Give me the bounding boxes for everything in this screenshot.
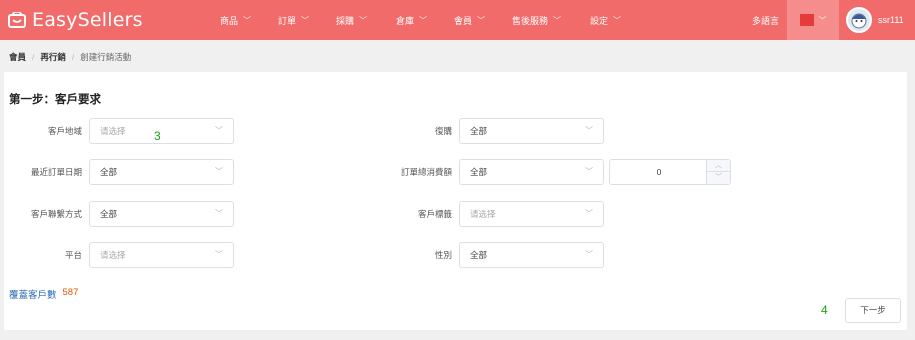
customer-tag-label: 客戶標籤 [417, 209, 452, 219]
chevron-down-icon: ﹀ [585, 126, 593, 135]
username: ssr111 [878, 15, 904, 25]
coverage-summary: 覆蓋客戶數 587 [9, 287, 78, 301]
chevron-down-icon: ﹀ [301, 15, 310, 25]
increment-icon[interactable]: ︿ [707, 160, 730, 172]
contact-method-label: 客戶聯繫方式 [30, 209, 82, 219]
customer-tag-select[interactable]: 请选择 ﹀ [459, 201, 604, 227]
nav-label: 倉庫 [396, 15, 415, 26]
breadcrumb-separator: / [71, 52, 75, 62]
total-spend-amount-stepper[interactable]: 0 ︿ ﹀ [609, 159, 731, 185]
platform-select[interactable]: 请选择 ﹀ [89, 242, 234, 268]
region-placeholder: 请选择 [100, 126, 126, 136]
nav-item-purchasing[interactable]: 採購 ﹀ [336, 0, 367, 40]
chevron-down-icon: ﹀ [215, 250, 223, 259]
chevron-down-icon: ﹀ [818, 15, 827, 25]
stepper-controls: ︿ ﹀ [706, 160, 730, 184]
nav-label: 會員 [454, 15, 473, 26]
nav-label: 商品 [220, 15, 239, 26]
chevron-down-icon: ﹀ [215, 126, 223, 135]
breadcrumb-separator: / [32, 52, 35, 62]
chevron-down-icon: ﹀ [585, 167, 593, 176]
nav-item-orders[interactable]: 訂單 ﹀ [278, 0, 309, 40]
chevron-down-icon: ﹀ [585, 209, 593, 218]
coverage-count: 587 [62, 287, 79, 298]
top-navbar: EasySellers 商品 ﹀ 訂單 ﹀ 採購 ﹀ 倉庫 ﹀ 會員 ﹀ 售後服務 ﹀ 設定… [0, 0, 915, 40]
nav-label: 售後服務 [512, 15, 549, 26]
region-select[interactable]: 请选择 ﹀ [89, 118, 234, 144]
language-label: 多語言 [752, 15, 780, 26]
total-spend-value: 全部 [470, 167, 488, 177]
last-order-date-select[interactable]: 全部 ﹀ [89, 159, 234, 185]
page-title: 第一步：客戶要求 [9, 94, 101, 106]
chevron-down-icon: ﹀ [585, 250, 593, 259]
amount-input[interactable]: 0 [610, 160, 708, 184]
nav-label: 設定 [590, 15, 609, 26]
nav-item-products[interactable]: 商品 ﹀ [220, 0, 251, 40]
gender-select[interactable]: 全部 ﹀ [459, 242, 604, 268]
avatar-face-icon [851, 13, 867, 29]
next-step-button[interactable]: 下一步 [845, 298, 901, 323]
coverage-label: 覆蓋客戶數 [9, 290, 57, 301]
last-order-date-value: 全部 [100, 167, 118, 177]
last-order-date-label: 最近訂單日期 [30, 167, 82, 177]
chevron-down-icon: ﹀ [359, 15, 368, 25]
nav-item-after-sales[interactable]: 售後服務 ﹀ [512, 0, 561, 40]
nav-item-members[interactable]: 會員 ﹀ [454, 0, 485, 40]
decrement-icon[interactable]: ﹀ [707, 172, 730, 184]
repurchase-select[interactable]: 全部 ﹀ [459, 118, 604, 144]
contact-method-value: 全部 [100, 209, 118, 219]
nav-label: 訂單 [278, 15, 297, 26]
annotation-marker: 4 [821, 303, 828, 317]
avatar [846, 7, 872, 33]
chevron-down-icon: ﹀ [215, 167, 223, 176]
gender-value: 全部 [470, 250, 488, 260]
gender-label: 性別 [434, 250, 452, 260]
shopping-bag-icon [8, 12, 26, 28]
annotation-marker: 3 [154, 129, 161, 143]
nav-label: 採購 [336, 15, 355, 26]
total-spend-label: 訂單總消費額 [400, 167, 452, 177]
language-menu[interactable]: 多語言 [752, 0, 779, 40]
region-label: 客戶地域 [47, 126, 82, 136]
nav-item-settings[interactable]: 設定 ﹀ [590, 0, 621, 40]
chevron-down-icon: ﹀ [243, 15, 252, 25]
chevron-down-icon: ﹀ [477, 15, 486, 25]
chevron-down-icon: ﹀ [613, 15, 622, 25]
flag-icon [799, 14, 814, 26]
chevron-down-icon: ﹀ [553, 15, 562, 25]
breadcrumb-item-current: 創建行銷活動 [80, 52, 132, 62]
brand-name: EasySellers [32, 9, 143, 31]
breadcrumb-item-members[interactable]: 會員 [9, 51, 26, 63]
user-menu[interactable]: ssr111 [846, 7, 904, 33]
repurchase-label: 復購 [434, 126, 452, 136]
repurchase-value: 全部 [470, 126, 488, 136]
contact-method-select[interactable]: 全部 ﹀ [89, 201, 234, 227]
breadcrumb-item-remarketing[interactable]: 再行銷 [40, 51, 66, 63]
chevron-down-icon: ﹀ [215, 209, 223, 218]
total-spend-select[interactable]: 全部 ﹀ [459, 159, 604, 185]
nav-item-warehouse[interactable]: 倉庫 ﹀ [396, 0, 427, 40]
platform-placeholder: 请选择 [100, 250, 126, 260]
breadcrumb: 會員 / 再行銷 / 創建行銷活動 [9, 50, 131, 64]
region-flag-select[interactable]: ﹀ [787, 0, 839, 40]
customer-tag-placeholder: 请选择 [470, 209, 496, 219]
platform-label: 平台 [64, 250, 82, 260]
chevron-down-icon: ﹀ [419, 15, 428, 25]
brand-logo[interactable]: EasySellers [8, 9, 143, 31]
